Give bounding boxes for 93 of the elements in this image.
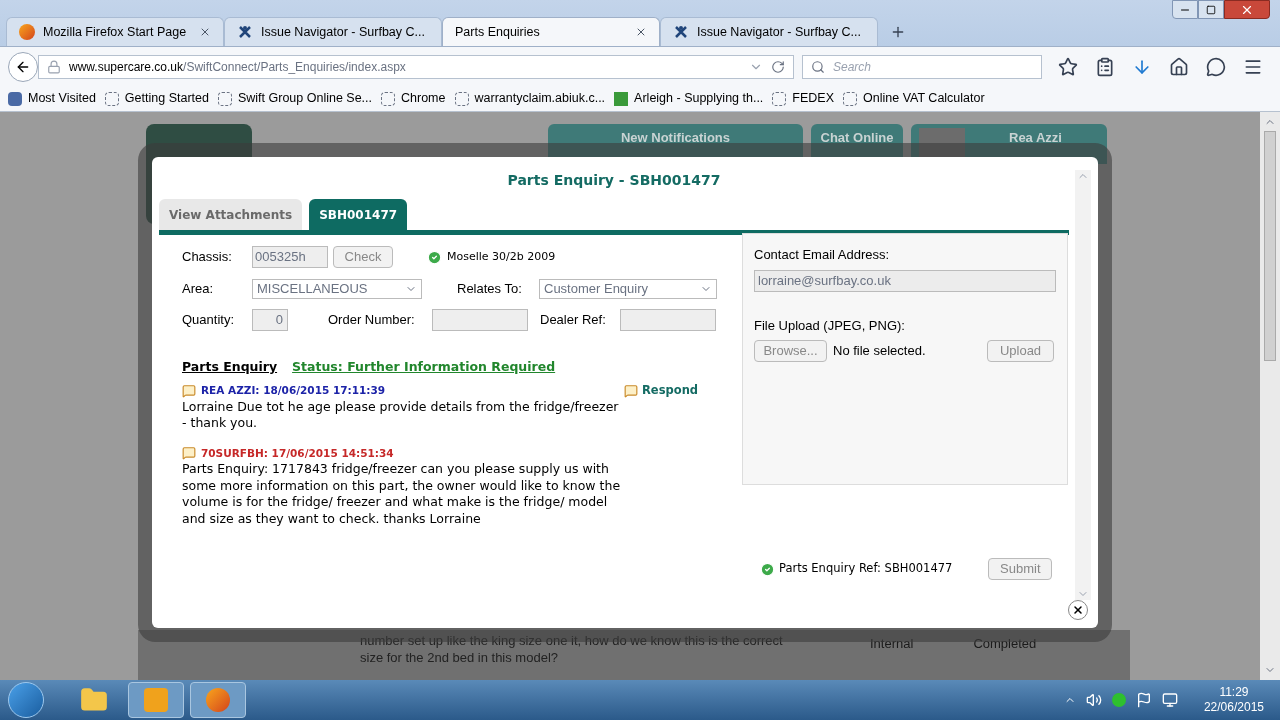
back-button[interactable] [8,51,38,82]
field-label: Chassis: [182,248,233,267]
tab-title: Mozilla Firefox Start Page [43,23,188,41]
comments-icon [624,383,638,398]
close-tab-icon[interactable] [199,26,211,38]
enquiry-reference: Parts Enquiry Ref: SBH001477 [779,560,953,578]
reading-list-icon[interactable] [1095,56,1115,77]
vehicle-model: Moselle 30/2b 2009 [447,248,556,265]
bookmark-page-icon [381,91,396,106]
field-label: Area: [182,280,215,299]
field-label: Quantity: [182,311,236,330]
section-heading: Parts Enquiry [182,358,278,376]
file-status: No file selected. [833,342,927,361]
browser-tab[interactable]: Parts Enquiries [442,17,660,46]
maximize-button[interactable] [1198,0,1224,19]
close-icon [1072,604,1084,616]
field-label: Relates To: [457,280,523,299]
folder-icon [80,686,108,714]
bookmark-star-icon[interactable] [1058,56,1078,77]
bookmark-item[interactable]: Chrome [381,89,446,108]
bookmark-page-icon [217,91,232,106]
email-field[interactable]: lorraine@surfbay.co.uk [754,269,1056,292]
relates-to-select[interactable]: Customer Enquiry [539,279,717,299]
tab-title: Issue Navigator - Surfbay C... [261,23,425,41]
order-number-field[interactable] [432,309,528,331]
status-link[interactable]: Status: Further Information Required [292,358,556,377]
scroll-thumb[interactable] [1264,131,1276,361]
search-placeholder: Search [833,58,872,76]
page-scrollbar[interactable] [1260,112,1280,680]
bookmark-item[interactable]: FEDEX [772,89,835,108]
bookmark-item[interactable]: Online VAT Calculator [843,89,985,108]
close-dialog-button[interactable] [1068,600,1088,620]
new-tab-icon[interactable] [890,24,906,40]
search-icon [811,59,825,74]
area-select[interactable]: MISCELLANEOUS [252,279,422,299]
address-bar[interactable]: www.supercare.co.uk/SwiftConnect/Parts_Enquiries/index.aspx [38,54,794,79]
bookmark-page-icon [772,91,787,106]
bookmark-item[interactable]: Most Visited [8,89,96,108]
browser-tab[interactable]: Issue Navigator - Surfbay C... [660,17,878,46]
close-tab-icon[interactable] [635,26,647,38]
check-button[interactable]: Check [333,246,393,268]
bookmark-item[interactable]: Getting Started [104,89,209,108]
bookmark-item[interactable]: warrantyclaim.abiuk.c... [454,89,606,108]
comment-icon [182,383,196,398]
message-text: Parts Enquiry: 1717843 fridge/freezer can you please supply us with some more information on this part, the owner would like to know the volume is for the fridge/ freezer and what make is the fridge/ model and size as they want to check. thanks Lorraine [182,461,622,528]
clock[interactable]: 11:29 22/06/2015 [1195,685,1272,715]
user-name: Rea Azzi [1009,129,1062,147]
chat-icon[interactable] [1206,56,1226,77]
home-icon[interactable] [1169,56,1189,77]
message-cell-text: number set up like the king size one it, how do we know this is the correct size for the 2nd bed in this model? [360,632,784,667]
chassis-field[interactable]: 005325h [252,246,328,268]
maximize-icon [1206,4,1216,15]
field-label: Dealer Ref: [540,311,607,330]
site-favicon-icon [614,91,629,106]
network-icon[interactable] [1161,692,1178,708]
bookmark-item[interactable]: Swift Group Online Se... [217,89,373,108]
comment-icon [182,446,196,461]
check-icon [427,249,442,265]
start-button[interactable] [8,682,44,718]
browse-button[interactable]: Browse... [754,340,827,362]
site-info-icon[interactable] [47,59,61,74]
minimize-button[interactable] [1172,0,1198,19]
type-cell-text: Internal [870,635,914,653]
bookmark-page-icon [104,91,119,106]
field-label: File Upload (JPEG, PNG): [754,316,906,335]
flag-icon[interactable] [1135,692,1152,708]
bookmark-page-icon [454,91,469,106]
tab-title: Parts Enquiries [455,23,541,41]
volume-icon[interactable] [1085,692,1102,708]
browser-tab[interactable]: Mozilla Firefox Start Page [6,17,224,46]
respond-link[interactable]: Respond [624,382,699,399]
browser-tab[interactable]: Issue Navigator - Surfbay C... [224,17,442,46]
bookmark-folder-icon [8,91,22,106]
dealer-ref-field[interactable] [620,309,716,331]
upload-button[interactable]: Upload [987,340,1054,362]
bookmark-item[interactable]: Arleigh - Supplying th... [614,89,764,108]
message-header: 70SURFBH: 17/06/2015 14:51:34 [201,445,394,461]
message-text: Lorraine Due tot he age please provide details from the fridge/freezer - thank you. [182,398,620,432]
tab-title: Issue Navigator - Surfbay C... [697,23,861,41]
field-label: Order Number: [328,311,416,330]
url-text: www.supercare.co.uk/SwiftConnect/Parts_Enquiries/index.aspx [69,58,407,76]
dialog-tab[interactable]: SBH001477 [309,199,408,230]
quantity-field[interactable]: 0 [252,309,288,331]
bookmark-page-icon [843,91,858,106]
check-icon [760,561,775,577]
message-header: REA AZZI: 18/06/2015 17:11:39 [201,382,386,398]
close-window-button[interactable] [1224,0,1270,19]
dialog-title: Parts Enquiry - SBH001477 [506,171,722,190]
reload-icon[interactable] [771,59,785,74]
status-cell-text: Completed [973,635,1037,653]
submit-button[interactable]: Submit [988,558,1053,580]
field-label: Contact Email Address: [754,246,891,264]
dialog-tab[interactable]: View Attachments [159,199,303,230]
